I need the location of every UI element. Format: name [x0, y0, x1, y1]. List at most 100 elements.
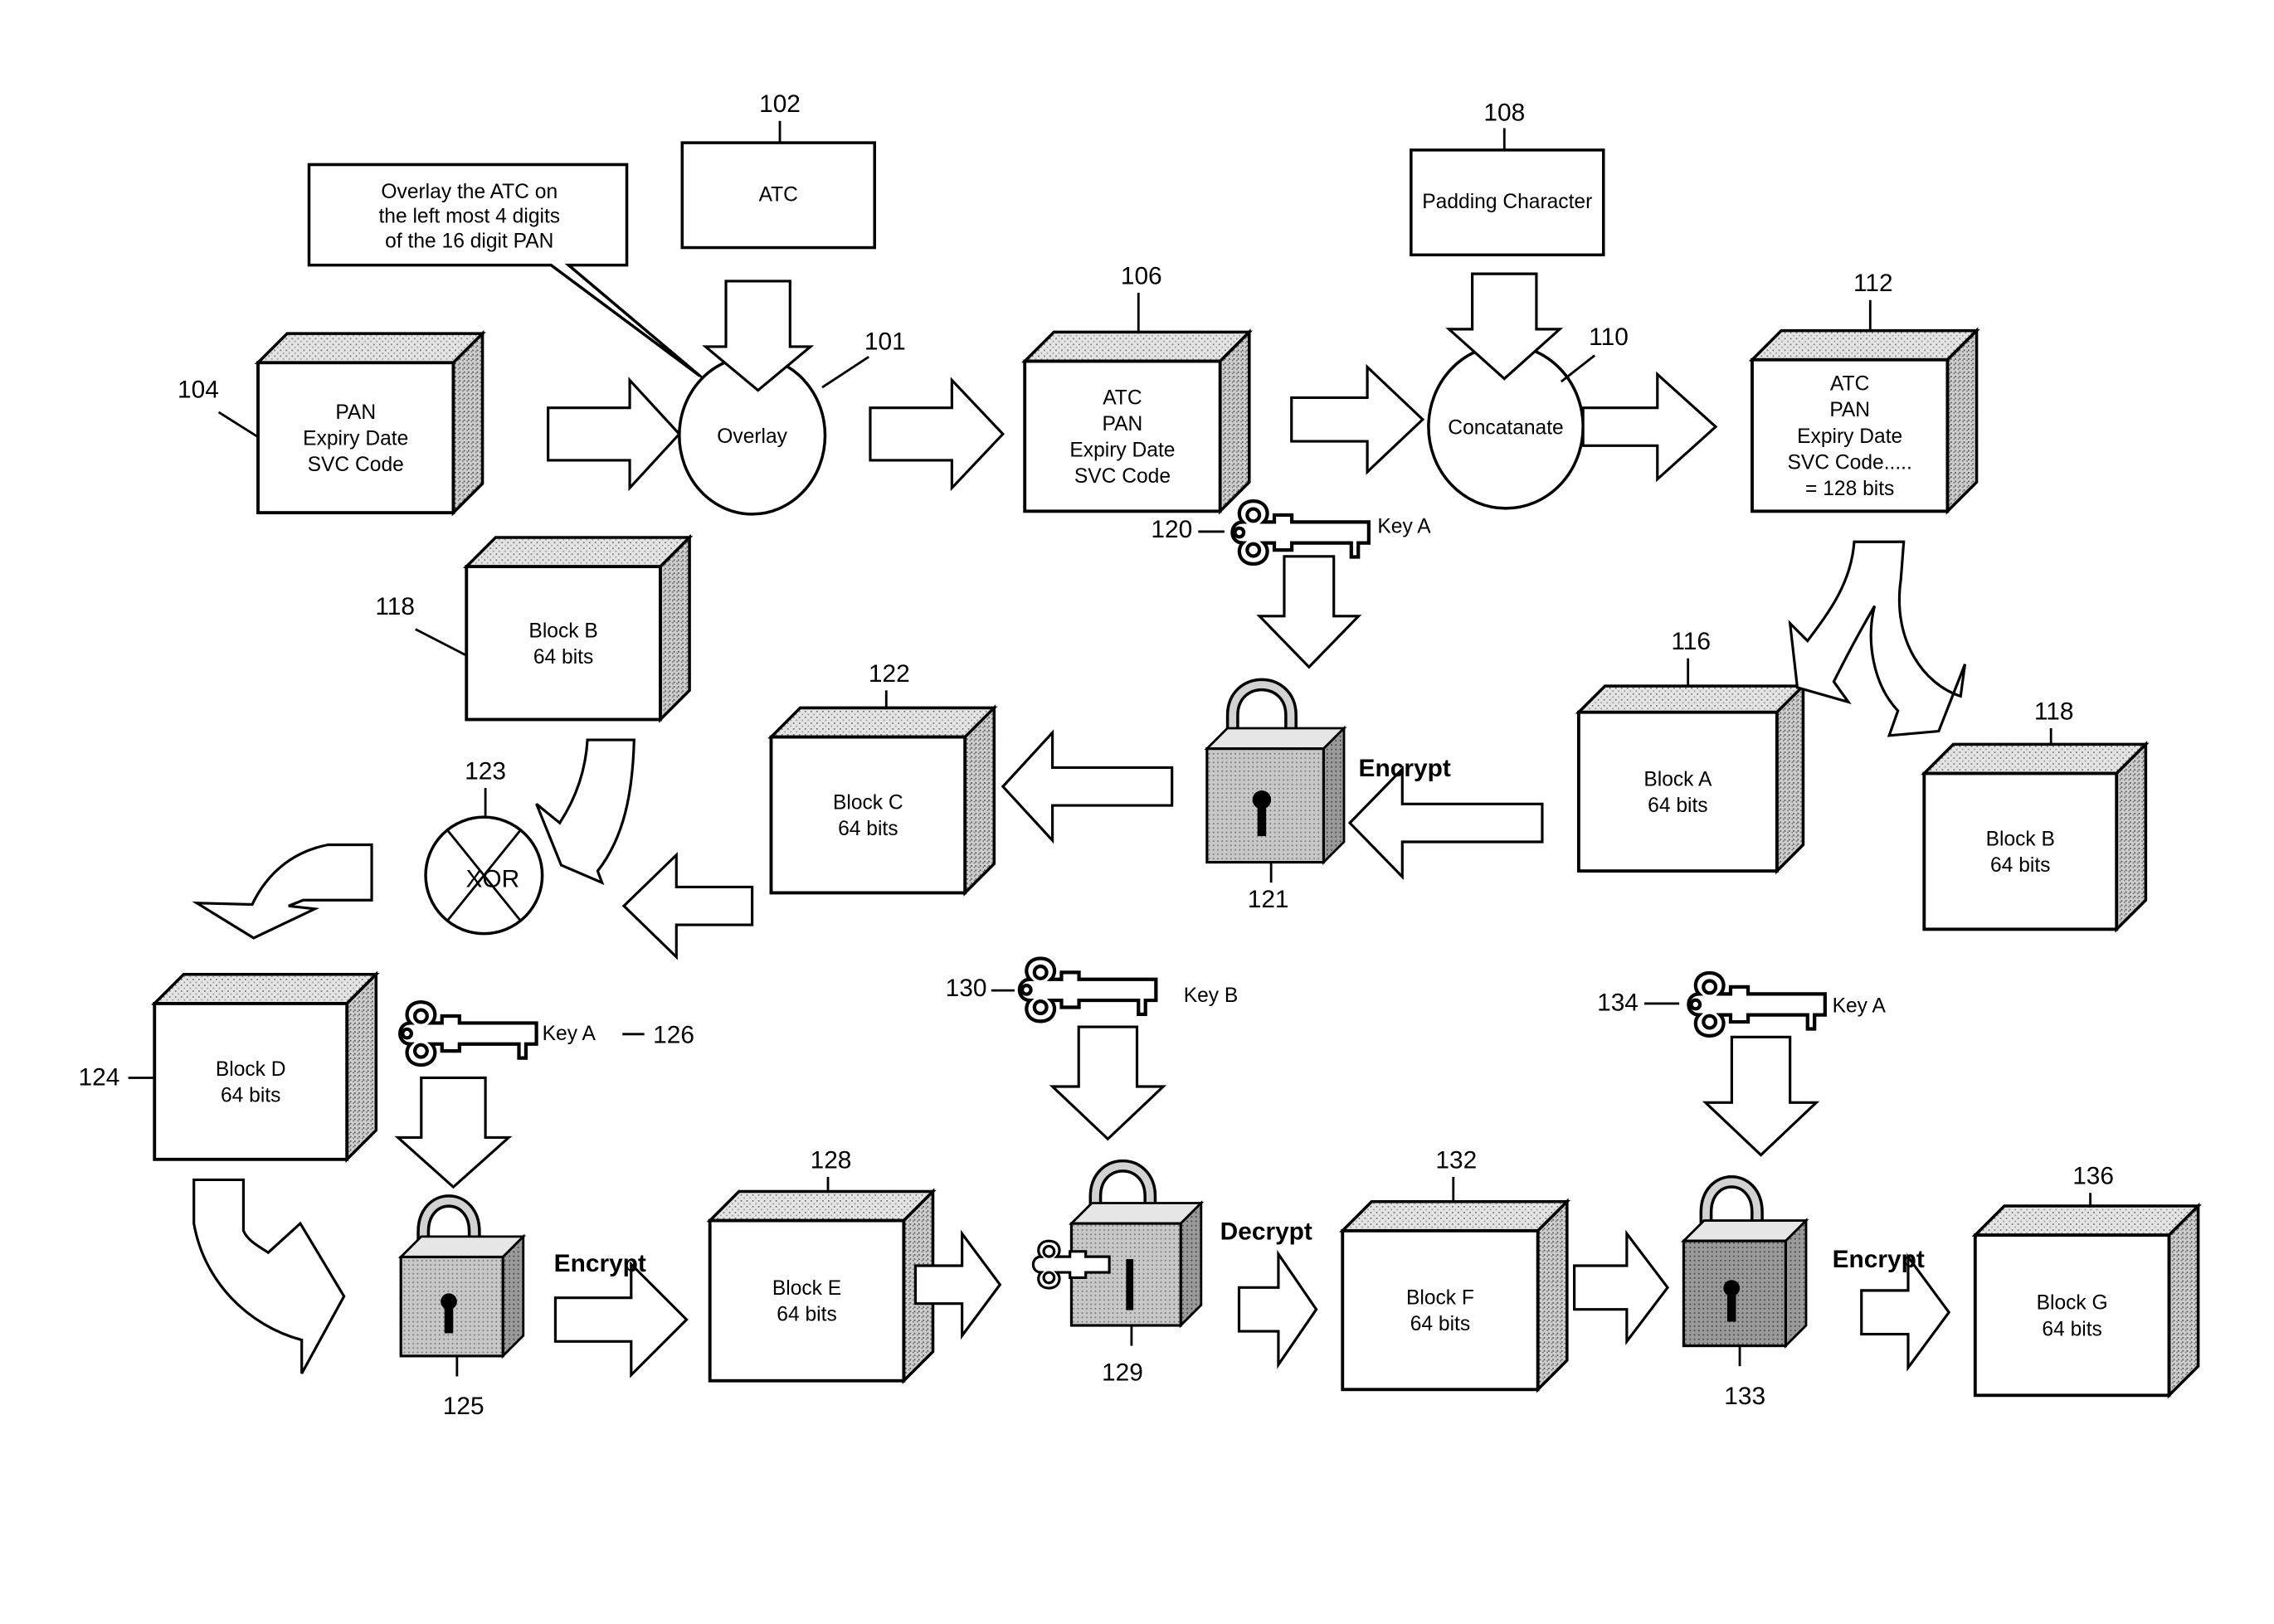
ref-129: 129	[1102, 1359, 1143, 1387]
block-118-b118l: Block B 64 bits 118	[375, 533, 694, 723]
block-text-line: 64 bits	[533, 646, 593, 669]
arrow-right-icon	[1573, 1229, 1670, 1346]
atc-label: ATC	[759, 183, 798, 206]
callout-line-1: Overlay the ATC on	[381, 181, 558, 203]
block-text-line: 64 bits	[777, 1304, 836, 1326]
cube-side-face	[2167, 1202, 2200, 1399]
overlay-label: Overlay	[717, 425, 787, 448]
ref-136: 136	[2072, 1163, 2114, 1190]
ref-126: 126	[653, 1021, 694, 1048]
block-text-line: Expiry Date	[1069, 440, 1175, 462]
block-112-b112: ATC PAN Expiry Date SVC Code..... = 128 bits…	[1748, 270, 1980, 515]
atc-input-box: 102 ATC	[680, 90, 876, 250]
ref-134: 134	[1597, 989, 1639, 1017]
key-label: Key A	[1377, 516, 1431, 538]
key-icon	[1017, 956, 1158, 1024]
ref-118: 118	[2034, 698, 2074, 725]
action-label-decrypt: Decrypt	[1220, 1218, 1312, 1245]
ref-123: 123	[465, 757, 506, 785]
arrow-right-icon	[1237, 1249, 1318, 1369]
cube-front-face	[465, 565, 662, 722]
cube-side-face	[659, 533, 691, 723]
ref-130: 130	[946, 975, 987, 1002]
block-132-b132: Block F 64 bits 132	[1339, 1146, 1571, 1393]
block-text-line: Block B	[528, 620, 597, 642]
block-116-b116: Block A 64 bits 116	[1575, 628, 1807, 875]
lock-121-encrypt: 121 Encrypt	[1204, 678, 1451, 913]
cube-top-face	[1575, 684, 1807, 714]
ref-120: 120	[1151, 516, 1192, 543]
ref-116: 116	[1671, 628, 1711, 655]
block-text-line: PAN	[335, 401, 376, 424]
arrow-right-icon	[547, 377, 681, 492]
cube-side-face	[963, 704, 996, 897]
block-text-line: SVC Code.....	[1788, 451, 1912, 474]
ref-110: 110	[1589, 323, 1629, 351]
cube-top-face	[1921, 742, 2150, 776]
key-label: Key A	[543, 1023, 596, 1045]
block-text-line: ATC	[1830, 373, 1869, 396]
block-text-line: Expiry Date	[303, 427, 408, 450]
arrow-down-icon	[394, 1076, 513, 1189]
cube-front-face	[1576, 710, 1779, 873]
patent-diagram: Overlay the ATC on the left most 4 digit…	[79, 90, 2202, 1420]
block-text-line: SVC Code	[1074, 465, 1171, 488]
arrow-left-icon	[1347, 766, 1544, 881]
block-text-line: = 128 bits	[1805, 478, 1894, 500]
cube-top-face	[706, 1189, 937, 1223]
block-text-line: 64 bits	[1410, 1313, 1470, 1335]
block-text-line: Block G	[2037, 1292, 2108, 1315]
key-130: Key B 130	[946, 956, 1239, 1024]
key-126: Key A 126	[398, 1000, 694, 1067]
ref-112: 112	[1853, 270, 1893, 297]
ref-118: 118	[375, 593, 415, 620]
arrow-left-icon	[621, 852, 754, 960]
block-text-line: ATC	[1103, 387, 1142, 409]
callout-line-2: the left most 4 digits	[378, 206, 560, 228]
key-label: Key A	[1833, 994, 1887, 1017]
block-text-line: Block C	[833, 791, 903, 814]
cube-top-face	[767, 706, 998, 739]
split-arrow-icon	[1788, 540, 1967, 737]
block-text-line: Block A	[1643, 768, 1712, 790]
block-text-line: 64 bits	[838, 818, 898, 840]
ref-133: 133	[1724, 1383, 1765, 1410]
action-label-encrypt: Encrypt	[1359, 755, 1451, 782]
block-text-line: PAN	[1829, 399, 1870, 421]
action-label-encrypt: Encrypt	[1833, 1246, 1925, 1273]
cube-front-face	[1973, 1233, 2171, 1398]
block-text-line: 64 bits	[1990, 854, 2050, 877]
block-text-line: 64 bits	[2042, 1318, 2101, 1340]
cube-side-face	[451, 329, 485, 517]
padding-label: Padding Character	[1422, 191, 1592, 213]
block-text-line: Block F	[1406, 1287, 1474, 1310]
ref-104: 104	[178, 376, 219, 403]
cube-side-face	[1775, 682, 1805, 875]
xor-label: XOR	[466, 865, 520, 892]
key-icon	[1230, 498, 1371, 566]
concatenate-label: Concatanate	[1448, 416, 1563, 439]
block-118-b118r: Block B 64 bits 118	[1921, 698, 2150, 933]
ref-121: 121	[1248, 886, 1289, 913]
block-text-line: PAN	[1103, 413, 1143, 435]
ref-128: 128	[811, 1146, 852, 1174]
cube-side-face	[1945, 327, 1979, 515]
lock-129-decrypt: 129 Decrypt	[1031, 1160, 1312, 1387]
block-text-line: 64 bits	[221, 1084, 280, 1106]
ref-132: 132	[1435, 1146, 1477, 1174]
block-text-line: Block B	[1986, 828, 2055, 850]
cube-top-face	[463, 536, 694, 568]
cube-front-face	[153, 1001, 349, 1161]
ref-102: 102	[759, 90, 801, 118]
key-134: Key A 134	[1597, 970, 1887, 1038]
ref-125: 125	[443, 1393, 485, 1420]
block-128-b128: Block E 64 bits 128	[706, 1146, 937, 1384]
ref-101: 101	[864, 328, 906, 355]
key-icon	[1687, 970, 1827, 1038]
key-label: Key B	[1184, 985, 1239, 1007]
cube-side-face	[2115, 741, 2148, 933]
block-text-line: 64 bits	[1648, 795, 1707, 817]
cube-front-face	[1023, 359, 1222, 513]
cube-top-face	[1971, 1204, 2202, 1237]
block-122-b122: Block C 64 bits 122	[767, 660, 998, 897]
